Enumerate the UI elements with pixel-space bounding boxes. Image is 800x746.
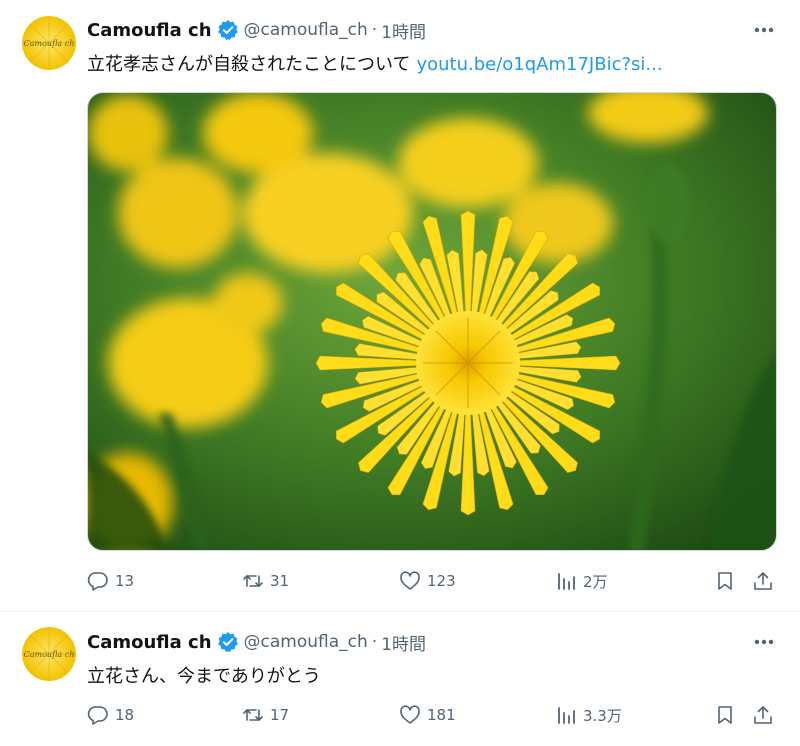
tweet-actions: 18 17 181 3.3万 [87,700,777,730]
share-button[interactable] [752,700,774,730]
bookmark-icon [714,704,736,726]
verified-badge-icon [217,631,239,653]
separator: · [371,632,378,652]
share-button[interactable] [752,566,774,596]
handle[interactable]: @camoufla_ch [244,632,368,652]
views-icon [555,570,577,592]
tweet-actions: 13 31 123 2万 [87,566,777,596]
timestamp[interactable]: 1時間 [381,630,426,655]
retweet-icon [242,570,264,592]
reply-count: 13 [115,572,135,590]
tweet-header: Camoufla ch @camoufla_ch · 1時間 [87,18,426,43]
tweet-media-image[interactable] [87,92,777,551]
retweet-count: 17 [270,706,290,724]
tweet-link[interactable]: youtu.be/o1qAm17JBic?si... [416,54,662,75]
avatar[interactable]: Camoufla ch [22,16,76,70]
views-button[interactable]: 2万 [555,566,608,596]
share-icon [752,704,774,726]
tweet-text: 立花さん、今までありがとう [87,662,321,688]
retweet-button[interactable]: 17 [242,700,289,730]
tweet-body: 立花孝志さんが自殺されたことについて [87,54,411,75]
like-button[interactable]: 123 [399,566,456,596]
like-button[interactable]: 181 [399,700,456,730]
like-count: 181 [427,706,456,724]
tweet-body: 立花さん、今までありがとう [87,666,321,687]
bookmark-button[interactable] [714,700,736,730]
like-count: 123 [427,572,456,590]
reply-count: 18 [115,706,135,724]
reply-icon [87,570,109,592]
bookmark-icon [714,570,736,592]
tweet[interactable]: Camoufla ch Camoufla ch @camoufla_ch · 1… [0,0,800,612]
reply-icon [87,704,109,726]
handle[interactable]: @camoufla_ch [244,20,368,40]
dandelion-photo [88,93,776,550]
tweet-text: 立花孝志さんが自殺されたことについて youtu.be/o1qAm17JBic?s… [87,50,663,76]
retweet-button[interactable]: 31 [242,566,289,596]
display-name[interactable]: Camoufla ch [87,632,212,653]
views-icon [555,704,577,726]
like-icon [399,570,421,592]
more-icon[interactable] [752,632,776,652]
more-icon[interactable] [752,20,776,40]
reply-button[interactable]: 18 [87,700,134,730]
reply-button[interactable]: 13 [87,566,134,596]
avatar-logo-text: Camoufla ch [24,650,75,659]
separator: · [371,20,378,40]
avatar[interactable]: Camoufla ch [22,627,76,681]
verified-badge-icon [217,19,239,41]
retweet-icon [242,704,264,726]
views-count: 3.3万 [583,706,622,725]
views-count: 2万 [583,572,608,591]
tweet-header: Camoufla ch @camoufla_ch · 1時間 [87,630,426,655]
display-name[interactable]: Camoufla ch [87,20,212,41]
share-icon [752,570,774,592]
bookmark-button[interactable] [714,566,736,596]
like-icon [399,704,421,726]
retweet-count: 31 [270,572,290,590]
timestamp[interactable]: 1時間 [381,18,426,43]
tweet[interactable]: Camoufla ch Camoufla ch @camoufla_ch · 1… [0,612,800,746]
avatar-logo-text: Camoufla ch [24,39,75,48]
views-button[interactable]: 3.3万 [555,700,622,730]
